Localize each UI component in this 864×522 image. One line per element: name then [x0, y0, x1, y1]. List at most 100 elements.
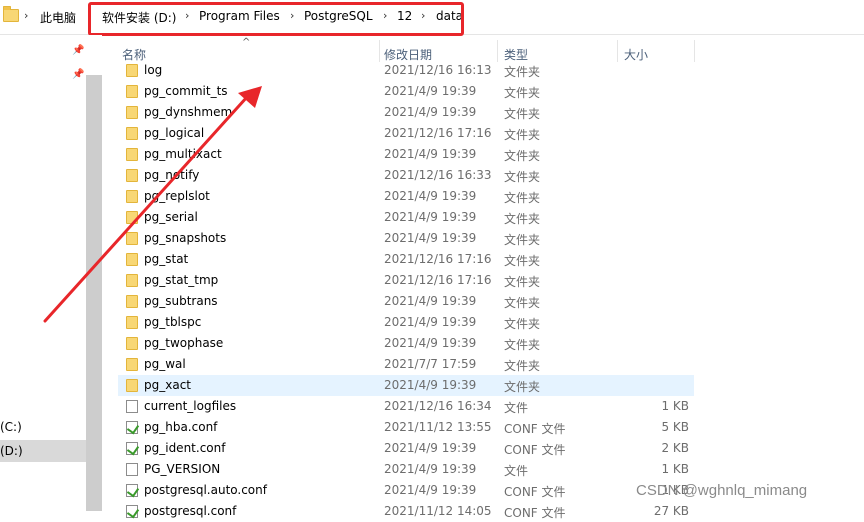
- folder-icon: [126, 211, 138, 224]
- file-name: pg_serial: [144, 210, 198, 224]
- config-file-icon: [126, 505, 138, 518]
- file-date: 2021/4/9 19:39: [384, 315, 477, 329]
- file-name: pg_commit_ts: [144, 84, 228, 98]
- file-name: pg_replslot: [144, 189, 210, 203]
- file-icon: [126, 400, 138, 413]
- file-row[interactable]: current_logfiles 2021/12/16 16:34 文件 1 KB: [118, 396, 694, 417]
- folder-icon: [3, 6, 19, 22]
- file-type: 文件: [504, 401, 529, 415]
- file-name: pg_dynshmem: [144, 105, 233, 119]
- file-name: postgresql.conf: [144, 504, 237, 518]
- file-name: pg_xact: [144, 378, 191, 392]
- file-row[interactable]: pg_logical 2021/12/16 17:16 文件夹: [118, 123, 694, 144]
- file-date: 2021/4/9 19:39: [384, 336, 477, 350]
- file-name: pg_notify: [144, 168, 200, 182]
- file-row[interactable]: pg_replslot 2021/4/9 19:39 文件夹: [118, 186, 694, 207]
- file-row[interactable]: pg_commit_ts 2021/4/9 19:39 文件夹: [118, 81, 694, 102]
- file-row[interactable]: pg_twophase 2021/4/9 19:39 文件夹: [118, 333, 694, 354]
- file-date: 2021/4/9 19:39: [384, 84, 477, 98]
- file-name: pg_hba.conf: [144, 420, 218, 434]
- file-row[interactable]: pg_subtrans 2021/4/9 19:39 文件夹: [118, 291, 694, 312]
- file-row[interactable]: pg_xact 2021/4/9 19:39 文件夹: [118, 375, 694, 396]
- file-row[interactable]: pg_stat_tmp 2021/12/16 17:16 文件夹: [118, 270, 694, 291]
- file-row[interactable]: postgresql.conf 2021/11/12 14:05 CONF 文件 27…: [118, 501, 694, 522]
- file-type: 文件夹: [504, 359, 541, 373]
- file-type: 文件夹: [504, 65, 541, 79]
- file-size: 5 KB: [661, 420, 689, 434]
- file-type: 文件夹: [504, 254, 541, 268]
- file-date: 2021/12/16 16:34: [384, 399, 492, 413]
- file-type: 文件夹: [504, 107, 541, 121]
- column-divider[interactable]: [617, 40, 618, 62]
- file-name: pg_tblspc: [144, 315, 202, 329]
- nav-item-drive-d[interactable]: (D:): [0, 440, 86, 462]
- file-date: 2021/12/16 16:33: [384, 168, 492, 182]
- config-file-icon: [126, 484, 138, 497]
- file-row[interactable]: pg_dynshmem 2021/4/9 19:39 文件夹: [118, 102, 694, 123]
- column-divider[interactable]: [379, 40, 380, 62]
- file-name: pg_stat_tmp: [144, 273, 219, 287]
- config-file-icon: [126, 442, 138, 455]
- file-row[interactable]: pg_wal 2021/7/7 17:59 文件夹: [118, 354, 694, 375]
- folder-icon: [126, 316, 138, 329]
- file-name: pg_stat: [144, 252, 189, 266]
- watermark: CSDN @wghnlq_mimang: [636, 482, 808, 499]
- file-row[interactable]: pg_serial 2021/4/9 19:39 文件夹: [118, 207, 694, 228]
- file-row[interactable]: pg_hba.conf 2021/11/12 13:55 CONF 文件 5 KB: [118, 417, 694, 438]
- file-name: log: [144, 63, 163, 77]
- file-type: 文件夹: [504, 317, 541, 331]
- file-date: 2021/7/7 17:59: [384, 357, 477, 371]
- folder-icon: [126, 232, 138, 245]
- file-date: 2021/4/9 19:39: [384, 378, 477, 392]
- file-row[interactable]: pg_tblspc 2021/4/9 19:39 文件夹: [118, 312, 694, 333]
- file-row[interactable]: PG_VERSION 2021/4/9 19:39 文件 1 KB: [118, 459, 694, 480]
- file-date: 2021/4/9 19:39: [384, 441, 477, 455]
- pin-icon[interactable]: 📌: [72, 45, 84, 56]
- file-row[interactable]: postgresql.auto.conf 2021/4/9 19:39 CONF 文…: [118, 480, 694, 501]
- file-type: CONF 文件: [504, 485, 566, 499]
- column-divider[interactable]: [497, 40, 498, 62]
- file-row[interactable]: pg_snapshots 2021/4/9 19:39 文件夹: [118, 228, 694, 249]
- file-type: 文件夹: [504, 149, 541, 163]
- file-type: 文件夹: [504, 380, 541, 394]
- annotation-highlight-box: [88, 2, 464, 36]
- nav-scrollbar[interactable]: [86, 75, 102, 511]
- file-name: postgresql.auto.conf: [144, 483, 267, 497]
- file-row[interactable]: pg_multixact 2021/4/9 19:39 文件夹: [118, 144, 694, 165]
- file-name: pg_logical: [144, 126, 205, 140]
- file-name: pg_snapshots: [144, 231, 227, 245]
- folder-icon: [126, 358, 138, 371]
- file-date: 2021/4/9 19:39: [384, 483, 477, 497]
- file-name: current_logfiles: [144, 399, 237, 413]
- file-name: pg_ident.conf: [144, 441, 226, 455]
- folder-icon: [126, 148, 138, 161]
- file-date: 2021/4/9 19:39: [384, 189, 477, 203]
- pin-icon[interactable]: 📌: [72, 69, 84, 80]
- file-date: 2021/11/12 13:55: [384, 420, 492, 434]
- file-date: 2021/11/12 14:05: [384, 504, 492, 518]
- file-row[interactable]: log 2021/12/16 16:13 文件夹: [118, 60, 694, 81]
- file-date: 2021/4/9 19:39: [384, 294, 477, 308]
- file-name: pg_twophase: [144, 336, 224, 350]
- column-divider[interactable]: [694, 40, 695, 62]
- file-type: 文件夹: [504, 233, 541, 247]
- file-type: CONF 文件: [504, 506, 566, 520]
- file-size: 1 KB: [661, 462, 689, 476]
- file-row[interactable]: pg_notify 2021/12/16 16:33 文件夹: [118, 165, 694, 186]
- folder-icon: [126, 274, 138, 287]
- file-type: 文件夹: [504, 128, 541, 142]
- file-date: 2021/12/16 17:16: [384, 273, 492, 287]
- file-date: 2021/12/16 16:13: [384, 63, 492, 77]
- breadcrumb-separator: ›: [24, 9, 29, 22]
- folder-icon: [126, 379, 138, 392]
- file-type: 文件夹: [504, 338, 541, 352]
- folder-icon: [126, 106, 138, 119]
- file-name: pg_multixact: [144, 147, 222, 161]
- file-date: 2021/12/16 17:16: [384, 126, 492, 140]
- nav-item-drive-c[interactable]: (C:): [0, 416, 86, 438]
- file-row[interactable]: pg_ident.conf 2021/4/9 19:39 CONF 文件 2 KB: [118, 438, 694, 459]
- file-date: 2021/4/9 19:39: [384, 147, 477, 161]
- file-row[interactable]: pg_stat 2021/12/16 17:16 文件夹: [118, 249, 694, 270]
- file-name: pg_wal: [144, 357, 186, 371]
- breadcrumb-item-this-pc[interactable]: 此电脑: [40, 9, 76, 26]
